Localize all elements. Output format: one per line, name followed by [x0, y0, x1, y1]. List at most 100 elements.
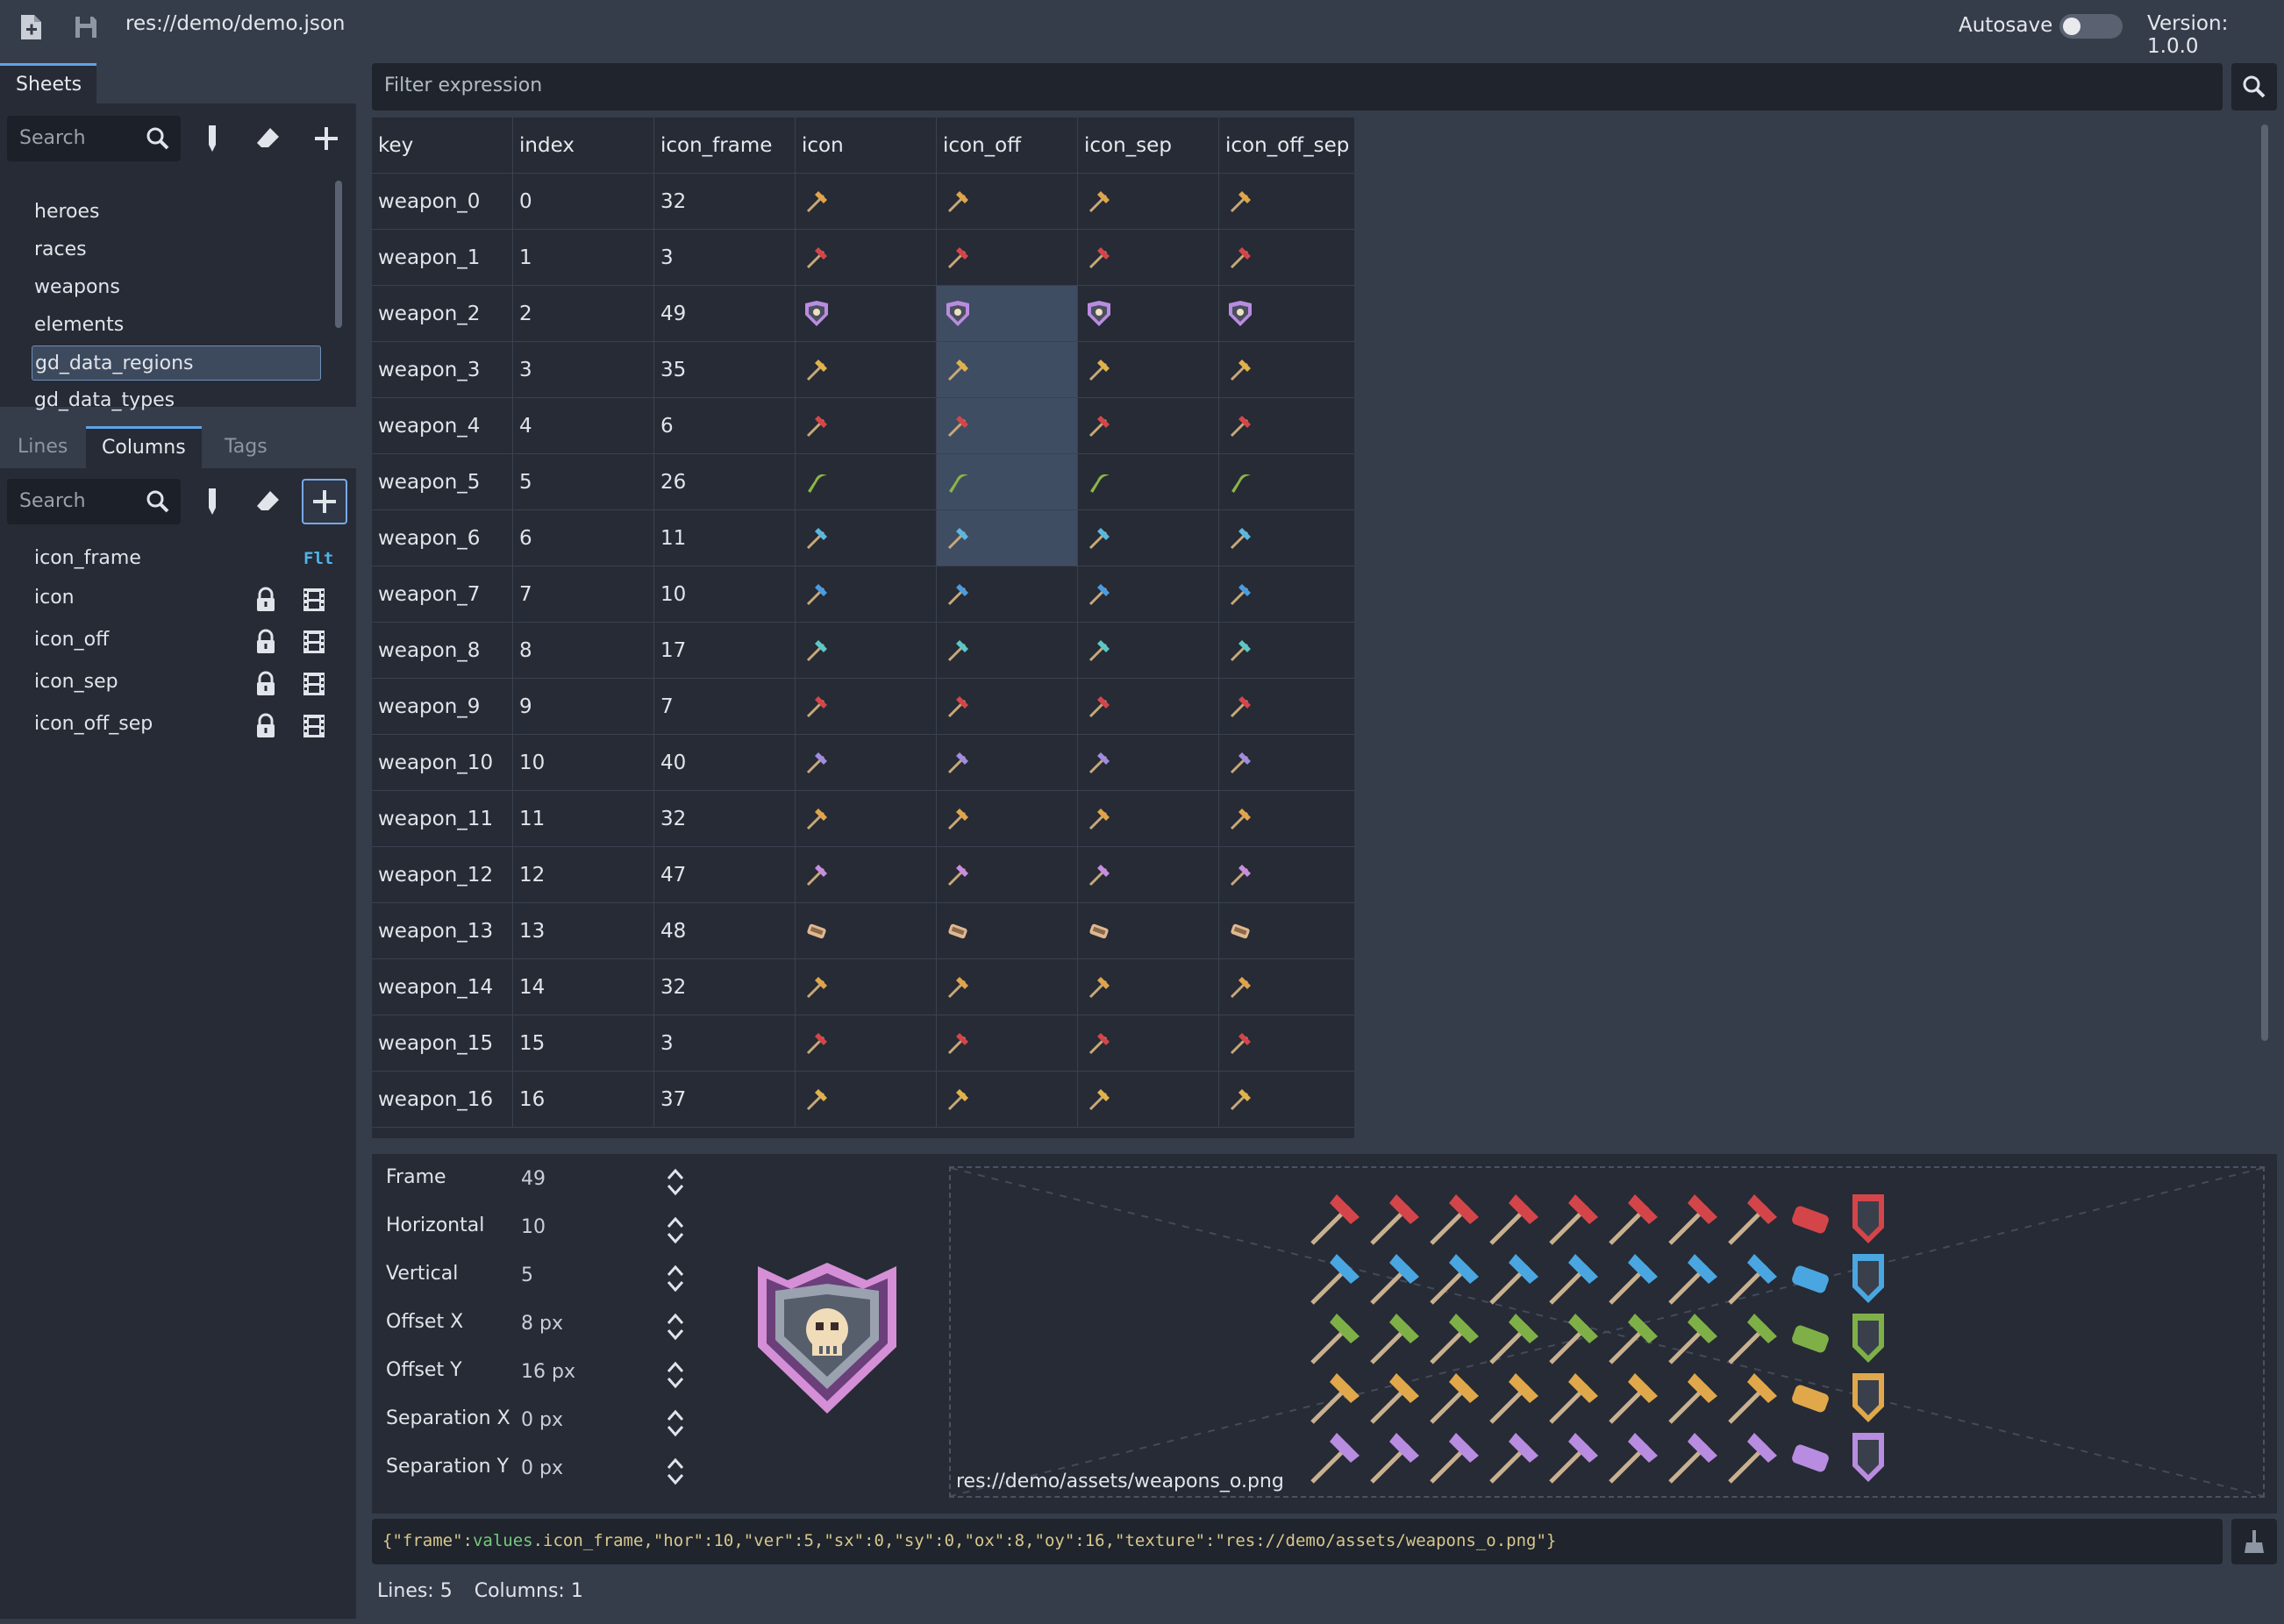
film-icon[interactable]: [302, 587, 326, 613]
tab-tags[interactable]: Tags: [209, 426, 283, 468]
cell-icon[interactable]: [796, 454, 937, 510]
cell-icon-off[interactable]: [937, 566, 1078, 623]
columns-search-input[interactable]: Search: [7, 479, 181, 524]
cell-icon-frame[interactable]: 35: [654, 342, 796, 398]
cell-icon[interactable]: [796, 903, 937, 959]
offset-y-spinbox[interactable]: 16 px: [521, 1357, 653, 1393]
cell-index[interactable]: 16: [513, 1072, 654, 1128]
cell-icon-frame[interactable]: 32: [654, 959, 796, 1015]
erase-column-button[interactable]: [246, 479, 291, 524]
cell-key[interactable]: weapon_12: [372, 847, 513, 903]
new-file-icon[interactable]: [14, 10, 49, 45]
cell-icon-sep[interactable]: [1078, 791, 1219, 847]
cell-icon[interactable]: [796, 959, 937, 1015]
cell-index[interactable]: 2: [513, 286, 654, 342]
sheet-item-elements[interactable]: elements: [32, 308, 124, 343]
cell-icon[interactable]: [796, 1015, 937, 1072]
film-icon[interactable]: [302, 671, 326, 697]
cell-icon-sep[interactable]: [1078, 342, 1219, 398]
sheets-scrollbar[interactable]: [335, 181, 342, 328]
stepper-arrows-icon[interactable]: [665, 1454, 686, 1489]
cell-key[interactable]: weapon_11: [372, 791, 513, 847]
cell-index[interactable]: 7: [513, 566, 654, 623]
stepper-arrows-icon[interactable]: [665, 1357, 686, 1393]
texture-preview[interactable]: res://demo/assets/weapons_o.png: [949, 1166, 2265, 1498]
tab-sheets[interactable]: Sheets: [0, 63, 96, 105]
cell-index[interactable]: 11: [513, 791, 654, 847]
cell-index[interactable]: 13: [513, 903, 654, 959]
film-icon[interactable]: [302, 713, 326, 739]
sheet-item-gd-data-regions[interactable]: gd_data_regions: [32, 345, 321, 381]
column-header-index[interactable]: index: [513, 118, 654, 174]
cell-icon-off[interactable]: [937, 903, 1078, 959]
cell-icon-sep[interactable]: [1078, 623, 1219, 679]
cell-icon-off[interactable]: [937, 230, 1078, 286]
stepper-arrows-icon[interactable]: [665, 1309, 686, 1344]
horizontal-spinbox[interactable]: 10: [521, 1213, 653, 1248]
column-item-icon-frame[interactable]: icon_frame Flt: [32, 540, 335, 579]
cell-icon-off-sep[interactable]: [1219, 230, 1354, 286]
lock-icon[interactable]: [254, 671, 277, 697]
cell-index[interactable]: 10: [513, 735, 654, 791]
cell-icon[interactable]: [796, 342, 937, 398]
cell-icon-sep[interactable]: [1078, 230, 1219, 286]
offset-x-spinbox[interactable]: 8 px: [521, 1309, 653, 1344]
cell-icon-frame[interactable]: 7: [654, 679, 796, 735]
cell-key[interactable]: weapon_7: [372, 566, 513, 623]
cell-icon-off[interactable]: [937, 959, 1078, 1015]
column-header-key[interactable]: key: [372, 118, 513, 174]
cell-key[interactable]: weapon_13: [372, 903, 513, 959]
lock-icon[interactable]: [254, 713, 277, 739]
cell-index[interactable]: 4: [513, 398, 654, 454]
cell-key[interactable]: weapon_3: [372, 342, 513, 398]
cell-icon-off[interactable]: [937, 847, 1078, 903]
cell-key[interactable]: weapon_15: [372, 1015, 513, 1072]
cell-icon-off[interactable]: [937, 286, 1078, 342]
cell-icon-off[interactable]: [937, 454, 1078, 510]
edit-column-button[interactable]: [189, 479, 235, 524]
column-header-icon[interactable]: icon: [796, 118, 937, 174]
lock-icon[interactable]: [254, 629, 277, 655]
sheet-item-gd-data-types[interactable]: gd_data_types: [32, 383, 175, 418]
cell-icon[interactable]: [796, 1072, 937, 1128]
cell-key[interactable]: weapon_16: [372, 1072, 513, 1128]
cell-icon-off[interactable]: [937, 679, 1078, 735]
cell-index[interactable]: 14: [513, 959, 654, 1015]
column-item-icon-off[interactable]: icon_off: [32, 622, 335, 660]
tab-columns[interactable]: Columns: [86, 426, 202, 468]
cell-icon[interactable]: [796, 566, 937, 623]
column-header-icon-off[interactable]: icon_off: [937, 118, 1078, 174]
cell-key[interactable]: weapon_4: [372, 398, 513, 454]
cell-icon-sep[interactable]: [1078, 510, 1219, 566]
cell-icon-frame[interactable]: 26: [654, 454, 796, 510]
cell-icon-sep[interactable]: [1078, 959, 1219, 1015]
erase-sheet-button[interactable]: [246, 116, 291, 161]
cell-icon[interactable]: [796, 679, 937, 735]
cell-icon-frame[interactable]: 32: [654, 174, 796, 230]
cell-icon-frame[interactable]: 40: [654, 735, 796, 791]
cell-index[interactable]: 15: [513, 1015, 654, 1072]
cell-icon-sep[interactable]: [1078, 679, 1219, 735]
cell-icon-frame[interactable]: 47: [654, 847, 796, 903]
cell-key[interactable]: weapon_2: [372, 286, 513, 342]
stepper-arrows-icon[interactable]: [665, 1165, 686, 1200]
cell-icon-off-sep[interactable]: [1219, 566, 1354, 623]
cell-icon-off-sep[interactable]: [1219, 286, 1354, 342]
cell-icon-sep[interactable]: [1078, 286, 1219, 342]
cell-key[interactable]: weapon_1: [372, 230, 513, 286]
cell-icon-off-sep[interactable]: [1219, 735, 1354, 791]
cell-icon-off[interactable]: [937, 623, 1078, 679]
film-icon[interactable]: [302, 629, 326, 655]
cell-icon-off-sep[interactable]: [1219, 959, 1354, 1015]
cell-icon-off-sep[interactable]: [1219, 679, 1354, 735]
edit-sheet-button[interactable]: [189, 116, 235, 161]
sheet-item-heroes[interactable]: heroes: [32, 195, 100, 230]
cell-icon-off[interactable]: [937, 791, 1078, 847]
cell-icon[interactable]: [796, 398, 937, 454]
cell-icon-frame[interactable]: 11: [654, 510, 796, 566]
stepper-arrows-icon[interactable]: [665, 1261, 686, 1296]
cell-icon[interactable]: [796, 230, 937, 286]
sheet-item-weapons[interactable]: weapons: [32, 270, 120, 305]
json-expression-input[interactable]: {"frame":values.icon_frame,"hor":10,"ver…: [372, 1519, 2223, 1564]
cell-icon-sep[interactable]: [1078, 903, 1219, 959]
